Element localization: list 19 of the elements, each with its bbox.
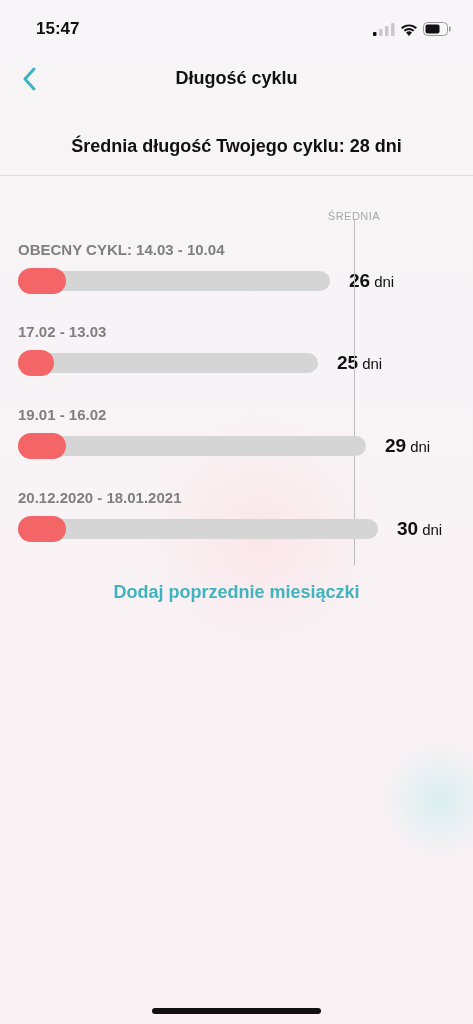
signal-icon [373,22,395,36]
average-summary: Średnia długość Twojego cyklu: 28 dni [70,136,403,157]
cycle-days: 29 [385,435,407,456]
days-unit: dni [374,273,395,290]
screen-title: Długość cyklu [175,67,298,89]
days-unit: dni [362,355,383,372]
add-periods-link[interactable]: Dodaj poprzednie miesiączki [113,582,360,602]
cycle-dates: 17.02 - 13.03 [18,322,108,340]
cycle-dates: OBECNY CYKL: 14.03 - 10.04 [18,240,226,258]
battery-icon [423,22,451,36]
back-icon [22,67,36,91]
days-unit: dni [422,521,443,538]
average-label: ŚREDNIA [327,210,381,222]
cycle-dates: 19.01 - 16.02 [18,405,108,423]
days-unit: dni [410,438,431,455]
wifi-icon [400,22,418,36]
cycle-dates: 20.12.2020 - 18.01.2021 [18,488,183,506]
clock-time: 15:47 [36,19,80,39]
cycle-days: 30 [397,518,419,539]
